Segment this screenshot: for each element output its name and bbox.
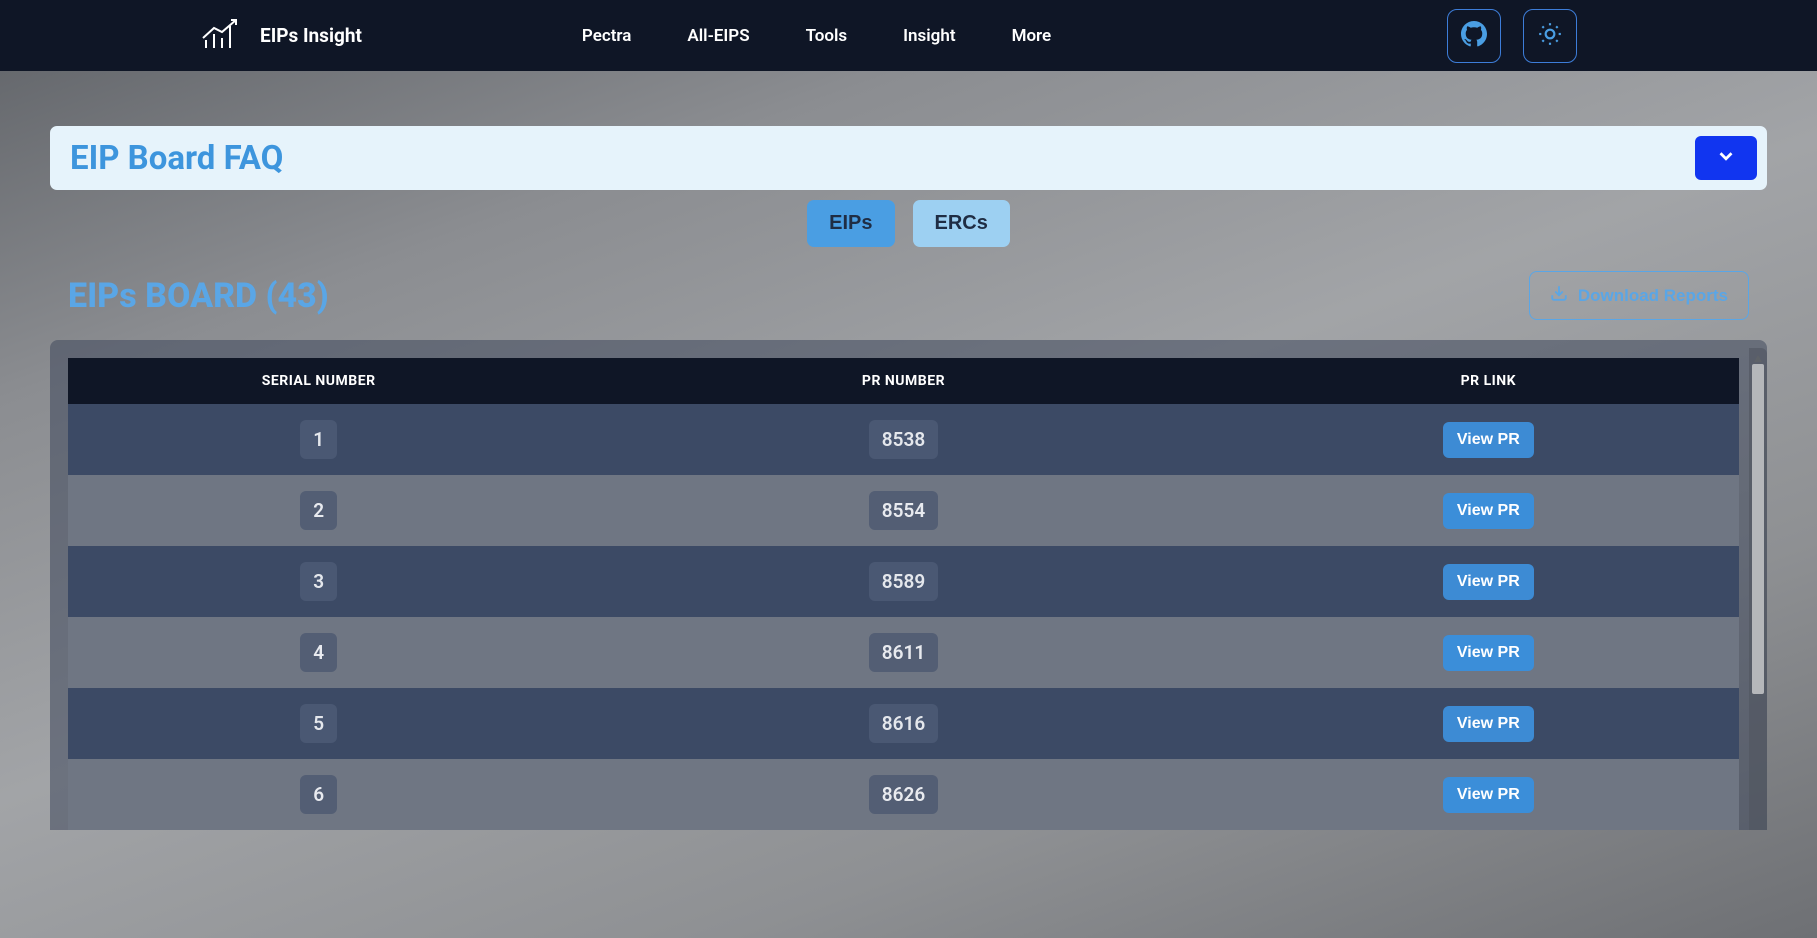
download-reports-button[interactable]: Download Reports	[1529, 271, 1749, 320]
view-pr-button[interactable]: View PR	[1443, 706, 1534, 742]
nav-link-insight[interactable]: Insight	[903, 26, 955, 46]
table-container: SERIAL NUMBER PR NUMBER PR LINK 1 8538 Vie…	[50, 340, 1767, 830]
sun-icon	[1537, 21, 1563, 51]
pr-number-cell: 8538	[869, 420, 938, 459]
nav-right	[1447, 9, 1577, 63]
scrollbar-thumb[interactable]	[1752, 364, 1764, 694]
table-row: 3 8589 View PR	[68, 546, 1739, 617]
serial-cell: 3	[300, 562, 337, 601]
serial-cell: 5	[300, 704, 337, 743]
table-row: 1 8538 View PR	[68, 404, 1739, 475]
eips-board-table: SERIAL NUMBER PR NUMBER PR LINK 1 8538 Vie…	[68, 358, 1739, 830]
col-serial: SERIAL NUMBER	[68, 358, 569, 404]
download-label: Download Reports	[1578, 286, 1728, 306]
logo-icon	[200, 18, 244, 54]
view-pr-button[interactable]: View PR	[1443, 422, 1534, 458]
theme-toggle-button[interactable]	[1523, 9, 1577, 63]
pr-number-cell: 8554	[869, 491, 938, 530]
tab-eips[interactable]: EIPs	[807, 200, 894, 247]
pr-number-cell: 8611	[869, 633, 938, 672]
pr-number-cell: 8589	[869, 562, 938, 601]
nav-link-pectra[interactable]: Pectra	[582, 26, 631, 46]
nav-link-tools[interactable]: Tools	[806, 26, 848, 46]
table-row: 4 8611 View PR	[68, 617, 1739, 688]
chevron-down-icon	[1715, 145, 1737, 171]
faq-title: EIP Board FAQ	[70, 139, 283, 178]
faq-banner: EIP Board FAQ	[50, 126, 1767, 190]
table-header-row: SERIAL NUMBER PR NUMBER PR LINK	[68, 358, 1739, 404]
serial-cell: 4	[300, 633, 337, 672]
github-button[interactable]	[1447, 9, 1501, 63]
serial-cell: 2	[300, 491, 337, 530]
serial-cell: 1	[300, 420, 337, 459]
scrollbar[interactable]	[1749, 348, 1767, 830]
view-pr-button[interactable]: View PR	[1443, 493, 1534, 529]
github-icon	[1461, 21, 1487, 51]
tabs: EIPs ERCs	[50, 200, 1767, 247]
nav-links: Pectra All-EIPS Tools Insight More	[582, 26, 1051, 46]
pr-number-cell: 8616	[869, 704, 938, 743]
nav-link-more[interactable]: More	[1012, 26, 1052, 46]
brand[interactable]: EIPs Insight	[200, 18, 362, 54]
tab-ercs[interactable]: ERCs	[913, 200, 1010, 247]
view-pr-button[interactable]: View PR	[1443, 564, 1534, 600]
board-title: EIPs BOARD (43)	[68, 276, 329, 316]
view-pr-button[interactable]: View PR	[1443, 635, 1534, 671]
board-header: EIPs BOARD (43) Download Reports	[68, 271, 1749, 320]
download-icon	[1550, 284, 1568, 307]
faq-toggle-button[interactable]	[1695, 136, 1757, 180]
content: EIP Board FAQ EIPs ERCs EIPs BOARD (43) …	[0, 71, 1817, 830]
nav-link-all-eips[interactable]: All-EIPS	[687, 26, 749, 46]
col-pr: PR NUMBER	[569, 358, 1237, 404]
serial-cell: 6	[300, 775, 337, 814]
scroll-up-icon	[1752, 350, 1764, 362]
table-row: 5 8616 View PR	[68, 688, 1739, 759]
table-row: 2 8554 View PR	[68, 475, 1739, 546]
table-row: 6 8626 View PR	[68, 759, 1739, 830]
brand-title: EIPs Insight	[260, 24, 362, 47]
pr-number-cell: 8626	[869, 775, 938, 814]
view-pr-button[interactable]: View PR	[1443, 777, 1534, 813]
navbar: EIPs Insight Pectra All-EIPS Tools Insig…	[0, 0, 1817, 71]
col-link: PR LINK	[1238, 358, 1739, 404]
